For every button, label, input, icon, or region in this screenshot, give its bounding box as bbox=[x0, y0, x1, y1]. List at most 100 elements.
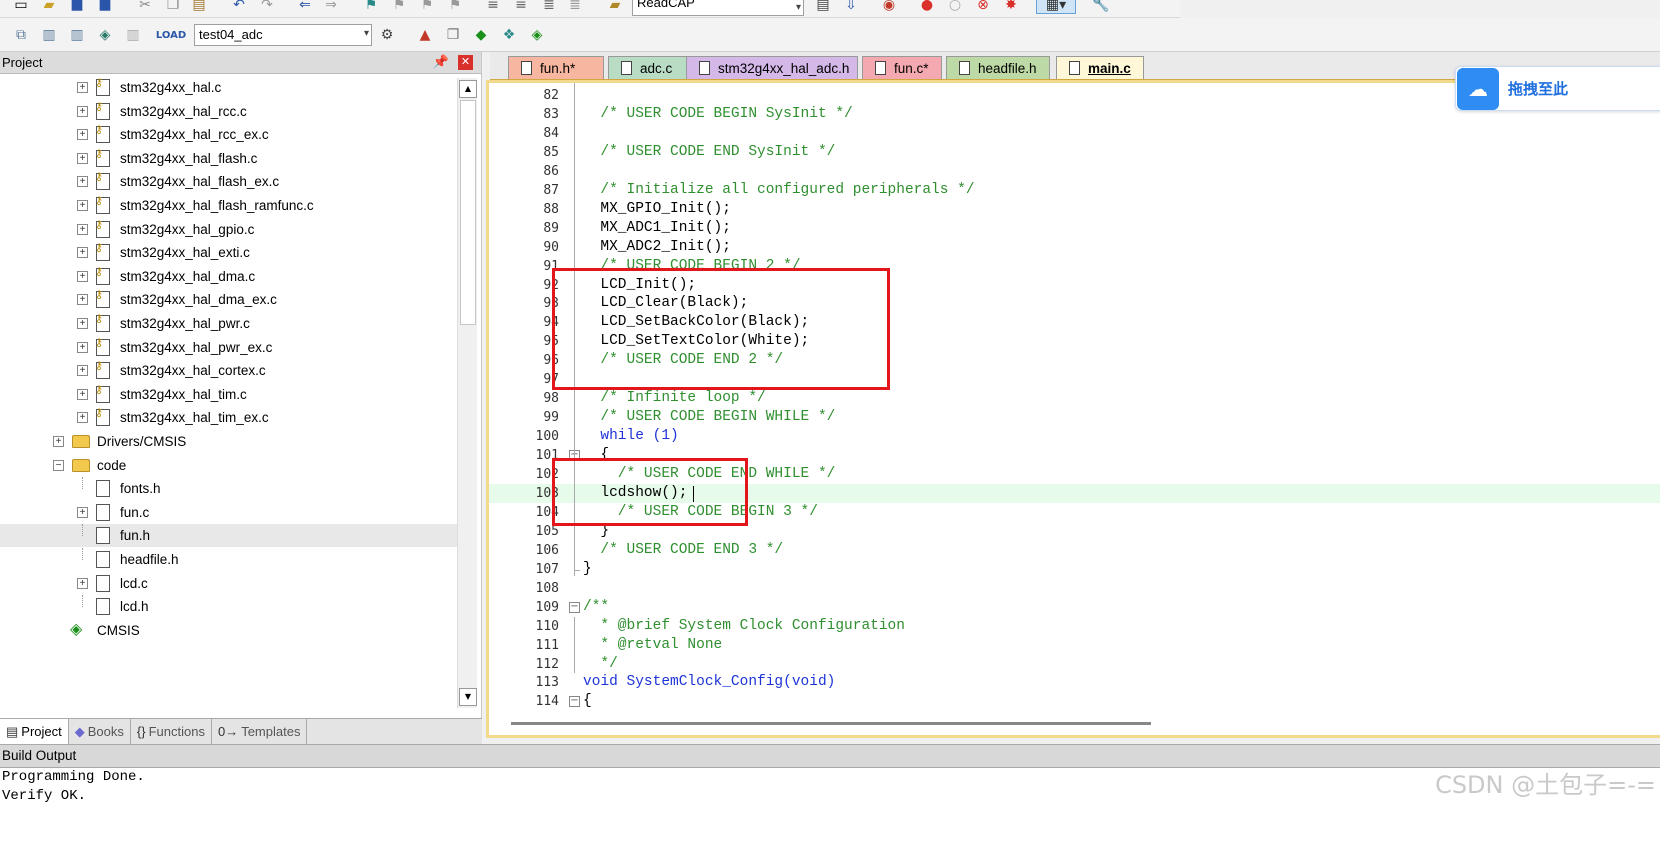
expand-icon[interactable]: + bbox=[77, 577, 88, 589]
stop-build-icon[interactable]: ▥ bbox=[124, 26, 142, 44]
code-editor[interactable]: 82 83 /* USER CODE BEGIN SysInit */ 84 85 /… bbox=[486, 80, 1660, 738]
rebuild-icon[interactable]: ▥ bbox=[68, 26, 86, 44]
configure-rte-icon[interactable]: ◈ bbox=[528, 26, 546, 44]
expand-icon[interactable]: + bbox=[77, 341, 88, 353]
code-line[interactable]: 85 /* USER CODE END SysInit */ bbox=[489, 143, 1660, 162]
save-icon[interactable]: ■ bbox=[68, 0, 86, 14]
batch-build-icon[interactable]: ◈ bbox=[96, 26, 114, 44]
expand-icon[interactable]: + bbox=[77, 318, 88, 329]
manage-project-items-icon[interactable]: ▲ bbox=[416, 26, 434, 44]
uncomment-icon[interactable]: ≣ bbox=[566, 0, 584, 14]
pane-tab-templates[interactable]: 0→ Templates bbox=[212, 719, 308, 744]
bookmark-clear-icon[interactable]: ⚑ bbox=[446, 0, 464, 14]
breakpoint-icon[interactable]: ● bbox=[918, 0, 936, 14]
find-in-files-icon[interactable]: ▰ bbox=[606, 0, 624, 14]
expand-icon[interactable]: + bbox=[77, 105, 88, 117]
horizontal-scrollbar[interactable] bbox=[511, 722, 1151, 725]
tree-item[interactable]: + ⚷ stm32g4xx_hal_rcc_ex.c bbox=[0, 123, 458, 146]
code-line[interactable]: 100 while (1) bbox=[489, 427, 1660, 446]
fold-toggle-icon[interactable]: − bbox=[569, 696, 580, 708]
tree-item[interactable]: + fun.c bbox=[0, 501, 458, 524]
scroll-down-icon[interactable]: ▼ bbox=[459, 688, 477, 706]
code-line[interactable]: 97 bbox=[489, 370, 1660, 389]
tree-item[interactable]: ◈ CMSIS bbox=[0, 619, 458, 642]
save-all-icon[interactable]: ■ bbox=[96, 0, 114, 14]
code-line[interactable]: 88 MX_GPIO_Init(); bbox=[489, 200, 1660, 219]
tree-item[interactable]: − code bbox=[0, 454, 458, 477]
target-options-icon[interactable]: ⚙ bbox=[378, 26, 396, 44]
build-output-panel[interactable]: Programming Done. Verify OK. bbox=[0, 768, 1660, 854]
translate-icon[interactable]: ⧉ bbox=[12, 26, 30, 44]
expand-icon[interactable]: + bbox=[77, 247, 88, 259]
tree-item[interactable]: + ⚷ stm32g4xx_hal_flash_ex.c bbox=[0, 170, 458, 193]
expand-icon[interactable]: + bbox=[77, 82, 88, 93]
tree-item[interactable]: + lcd.c bbox=[0, 572, 458, 595]
breakpoint-kill-icon[interactable]: ⊗ bbox=[974, 0, 992, 14]
expand-icon[interactable]: + bbox=[77, 294, 88, 306]
pane-tab-books[interactable]: ◆ Books bbox=[69, 719, 131, 744]
code-line[interactable]: 99 /* USER CODE BEGIN WHILE */ bbox=[489, 408, 1660, 427]
editor-tab-fun-h-[interactable]: fun.h* bbox=[508, 56, 604, 79]
comment-icon[interactable]: ≣ bbox=[540, 0, 558, 14]
find-icon[interactable]: ▤ bbox=[814, 0, 832, 14]
tree-item[interactable]: fun.h bbox=[0, 524, 458, 548]
code-line[interactable]: 102 /* USER CODE END WHILE */ bbox=[489, 465, 1660, 484]
tree-item[interactable]: + ⚷ stm32g4xx_hal_exti.c bbox=[0, 241, 458, 264]
tree-item[interactable]: + ⚷ stm32g4xx_hal_rcc.c bbox=[0, 100, 458, 123]
build-icon[interactable]: ▥ bbox=[40, 26, 58, 44]
editor-tab-main-c[interactable]: main.c bbox=[1056, 56, 1144, 79]
bookmark-prev-icon[interactable]: ⚑ bbox=[390, 0, 408, 14]
code-line[interactable]: 91 /* USER CODE BEGIN 2 */ bbox=[489, 257, 1660, 276]
code-line[interactable]: 103 lcdshow(); bbox=[489, 483, 1660, 503]
code-line[interactable]: 93 LCD_Clear(Black); bbox=[489, 294, 1660, 313]
editor-tab-stm32g4xx-hal-adc-h[interactable]: stm32g4xx_hal_adc.h bbox=[686, 56, 858, 79]
expand-icon[interactable]: + bbox=[53, 436, 64, 447]
code-line[interactable]: 105 } bbox=[489, 522, 1660, 541]
nav-forward-icon[interactable]: ⇒ bbox=[322, 0, 340, 14]
code-line[interactable]: 110 * @brief System Clock Configuration bbox=[489, 617, 1660, 636]
code-line[interactable]: 98 /* Infinite loop */ bbox=[489, 389, 1660, 408]
debug-icon[interactable]: ◉ bbox=[880, 0, 898, 14]
code-line[interactable]: 107} bbox=[489, 560, 1660, 579]
expand-icon[interactable]: + bbox=[77, 412, 88, 424]
nav-back-icon[interactable]: ⇐ bbox=[296, 0, 314, 14]
tree-item[interactable]: + ⚷ stm32g4xx_hal_cortex.c bbox=[0, 359, 458, 382]
pane-tab-functions[interactable]: {} Functions bbox=[131, 719, 212, 744]
editor-tab-adc-c[interactable]: adc.c bbox=[608, 56, 692, 79]
close-icon[interactable]: ✕ bbox=[458, 55, 473, 70]
indent-icon[interactable]: ≡ bbox=[484, 0, 502, 14]
expand-icon[interactable]: + bbox=[77, 129, 88, 141]
code-line[interactable]: 84 bbox=[489, 124, 1660, 143]
unindent-icon[interactable]: ≡ bbox=[512, 0, 530, 14]
vertical-scrollbar[interactable]: ▲ ▼ bbox=[457, 78, 477, 708]
code-line[interactable]: 106 /* USER CODE END 3 */ bbox=[489, 541, 1660, 560]
expand-icon[interactable]: + bbox=[77, 506, 88, 518]
code-line[interactable]: 112 */ bbox=[489, 655, 1660, 674]
code-line[interactable]: 111 * @retval None bbox=[489, 636, 1660, 655]
tree-item[interactable]: + ⚷ stm32g4xx_hal_dma_ex.c bbox=[0, 288, 458, 311]
code-line[interactable]: 96 /* USER CODE END 2 */ bbox=[489, 351, 1660, 370]
bookmark-next-icon[interactable]: ⚑ bbox=[418, 0, 436, 14]
code-line[interactable]: 90 MX_ADC2_Init(); bbox=[489, 238, 1660, 257]
select-packs-icon[interactable]: ❐ bbox=[444, 26, 462, 44]
scroll-up-icon[interactable]: ▲ bbox=[459, 80, 477, 98]
collapse-icon[interactable]: − bbox=[53, 459, 64, 471]
copy-icon[interactable]: ❐ bbox=[164, 0, 182, 14]
code-line[interactable]: 109 /** bbox=[489, 598, 1660, 617]
undo-icon[interactable]: ↶ bbox=[230, 0, 248, 14]
breakpoint-kill-all-icon[interactable]: ✸ bbox=[1002, 0, 1020, 14]
tree-item[interactable]: + Drivers/CMSIS bbox=[0, 430, 458, 453]
code-line[interactable]: 92 LCD_Init(); bbox=[489, 276, 1660, 295]
expand-icon[interactable]: + bbox=[77, 223, 88, 235]
tree-item[interactable]: headfile.h bbox=[0, 548, 458, 571]
code-line[interactable]: 101 { bbox=[489, 446, 1660, 465]
tree-item[interactable]: + ⚷ stm32g4xx_hal_tim.c bbox=[0, 383, 458, 406]
code-line[interactable]: 104 /* USER CODE BEGIN 3 */ bbox=[489, 503, 1660, 522]
breakpoint-disable-icon[interactable]: ○ bbox=[946, 0, 964, 14]
expand-icon[interactable]: + bbox=[77, 388, 88, 400]
tree-item[interactable]: + ⚷ stm32g4xx_hal_pwr.c bbox=[0, 312, 458, 335]
new-file-icon[interactable]: ▭ bbox=[12, 0, 30, 14]
tree-item[interactable]: + ⚷ stm32g4xx_hal_flash.c bbox=[0, 147, 458, 170]
expand-icon[interactable]: + bbox=[77, 270, 88, 282]
paste-icon[interactable]: ▤ bbox=[190, 0, 208, 14]
